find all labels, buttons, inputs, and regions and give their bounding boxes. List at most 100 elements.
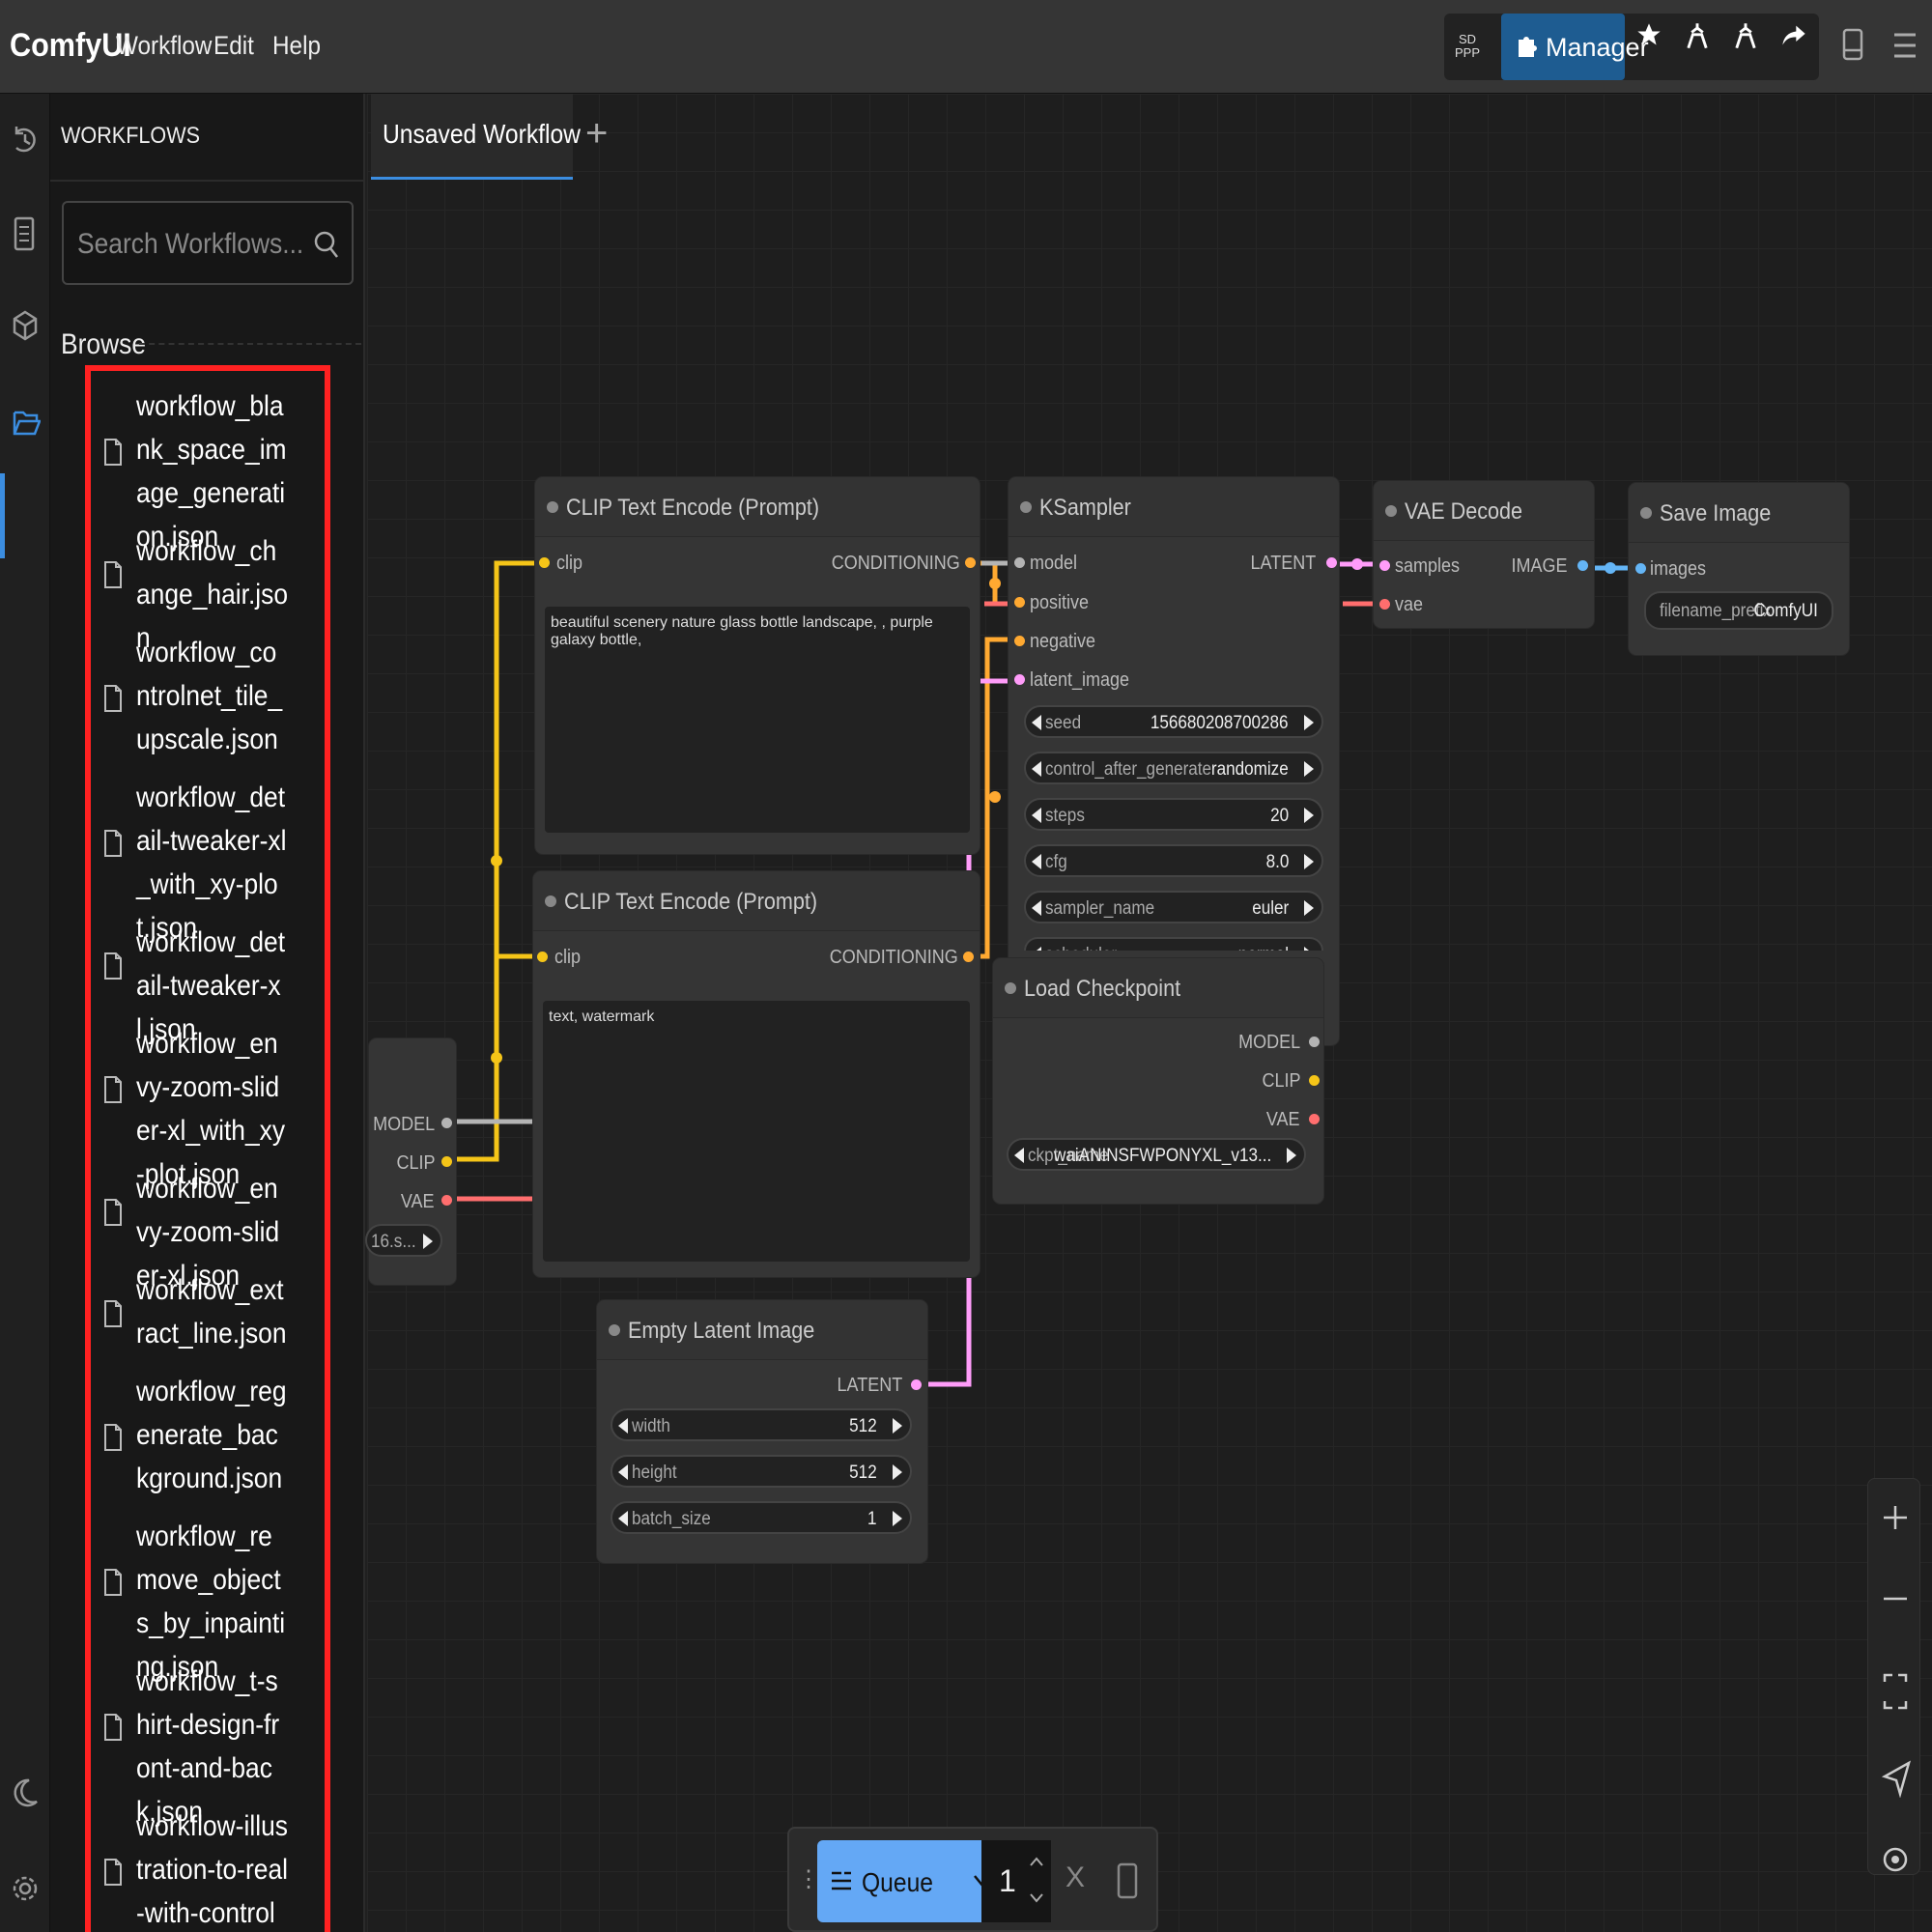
prompt-textarea[interactable]: beautiful scenery nature glass bottle la… (545, 607, 970, 833)
slot-dot[interactable] (1326, 557, 1337, 568)
arrow-right-icon (1304, 715, 1314, 730)
widget-value: 512 (849, 1416, 877, 1436)
slot-dot[interactable] (1309, 1114, 1320, 1124)
node-header: CLIP Text Encode (Prompt) (535, 477, 980, 537)
output-model: MODEL (372, 1114, 435, 1135)
slot-dot[interactable] (1014, 557, 1025, 568)
widget-height[interactable]: height 512 (611, 1455, 912, 1488)
node-partial-checkpoint[interactable]: MODEL CLIP VAE 16.s... (365, 1038, 456, 1285)
slot-dot[interactable] (965, 557, 976, 568)
widget-value: ComfyUI (1753, 601, 1818, 621)
queue-label: Queue (862, 1867, 933, 1897)
node-title: CLIP Text Encode (Prompt) (564, 889, 818, 915)
node-header: Load Checkpoint (993, 958, 1323, 1018)
collapse-dot[interactable] (1640, 507, 1652, 519)
slot-dot[interactable] (1014, 674, 1025, 685)
output-conditioning: CONDITIONING (831, 553, 960, 574)
arrow-left-icon (618, 1464, 628, 1480)
node-header: CLIP Text Encode (Prompt) (533, 871, 980, 931)
widget-value: 512 (849, 1463, 877, 1483)
filename-prefix-widget[interactable]: filename_prefix ComfyUI (1644, 591, 1833, 630)
slot-dot[interactable] (441, 1118, 452, 1128)
input-clip: clip (556, 553, 583, 574)
slot-dot[interactable] (1379, 599, 1390, 610)
widget-control-after-generate[interactable]: control_after_generate randomize (1024, 752, 1323, 784)
collapse-dot[interactable] (1020, 501, 1032, 513)
arrow-right-icon (423, 1234, 433, 1249)
slot-dot[interactable] (1309, 1037, 1320, 1047)
collapse-dot[interactable] (547, 501, 558, 513)
arrow-left-icon (1032, 761, 1041, 777)
node-clip-text-encode-negative[interactable]: CLIP Text Encode (Prompt) clip CONDITION… (533, 871, 980, 1277)
slot-dot[interactable] (539, 557, 550, 568)
stop-icon[interactable] (1116, 1861, 1139, 1900)
output-conditioning: CONDITIONING (829, 947, 958, 968)
input-images: images (1650, 558, 1707, 580)
collapse-dot[interactable] (1005, 982, 1016, 994)
output-vae: VAE (401, 1191, 435, 1212)
widget-steps[interactable]: steps 20 (1024, 798, 1323, 831)
widget-seed[interactable]: seed 156680208700286 (1024, 705, 1323, 738)
slot-dot[interactable] (1014, 636, 1025, 646)
collapse-dot[interactable] (1385, 505, 1397, 517)
slot-dot[interactable] (537, 952, 548, 962)
arrow-right-icon (1304, 900, 1314, 916)
collapse-dot[interactable] (609, 1324, 620, 1336)
slot-dot[interactable] (963, 952, 974, 962)
arrow-left-icon (1014, 1148, 1024, 1163)
widget-label: width (632, 1416, 670, 1436)
stepper-icon[interactable] (1028, 1854, 1045, 1908)
widget-value: euler (1251, 898, 1289, 919)
slot-dot[interactable] (1635, 563, 1646, 574)
slot-dot[interactable] (1379, 560, 1390, 571)
node-vae-decode[interactable]: VAE Decode samples vae IMAGE (1374, 481, 1594, 628)
zoom-in-icon[interactable] (1882, 1504, 1909, 1531)
arrow-right-icon (1287, 1148, 1296, 1163)
widget-value: normal (1238, 945, 1289, 951)
node-title: CLIP Text Encode (Prompt) (566, 495, 820, 521)
slot-dot[interactable] (1014, 597, 1025, 608)
arrow-left-icon (618, 1511, 628, 1526)
input-positive: positive (1030, 592, 1090, 613)
slot-dot[interactable] (1309, 1075, 1320, 1086)
node-clip-text-encode-positive[interactable]: CLIP Text Encode (Prompt) clip CONDITION… (535, 477, 980, 854)
collapse-dot[interactable] (545, 895, 556, 907)
queue-button[interactable]: Queue (817, 1840, 993, 1922)
widget-label: scheduler (1045, 945, 1117, 951)
output-model: MODEL (1237, 1032, 1300, 1053)
focus-icon[interactable] (1882, 1846, 1909, 1873)
widget-width[interactable]: width 512 (611, 1408, 912, 1441)
node-empty-latent-image[interactable]: Empty Latent Image LATENT width 512 height… (597, 1300, 927, 1563)
arrow-right-icon (893, 1464, 902, 1480)
input-samples: samples (1395, 555, 1461, 577)
prompt-textarea[interactable]: text, watermark (543, 1001, 970, 1262)
widget-value: 8.0 (1265, 852, 1289, 872)
node-save-image[interactable]: Save Image images filename_prefix ComfyUI (1629, 483, 1849, 655)
widget-scheduler[interactable]: scheduler normal (1024, 937, 1323, 951)
ckpt-name-widget[interactable]: ckpt_name waiANINSFWPONYXL_v13... (1007, 1138, 1306, 1171)
queue-toolbar: ⋮⋮ Queue 1 X (787, 1827, 1158, 1932)
slot-dot[interactable] (441, 1156, 452, 1167)
node-load-checkpoint[interactable]: Load Checkpoint MODEL CLIP VAE ckpt_name… (993, 958, 1323, 1204)
widget-cfg[interactable]: cfg 8.0 (1024, 844, 1323, 877)
input-latent-image: latent_image (1030, 669, 1130, 691)
batch-count-input[interactable]: 1 (981, 1840, 1051, 1922)
arrow-right-icon (1304, 761, 1314, 777)
widget-batch-size[interactable]: batch_size 1 (611, 1501, 912, 1534)
widget-value: 16.s... (371, 1232, 416, 1252)
slot-dot[interactable] (911, 1379, 922, 1390)
zoom-out-icon[interactable] (1882, 1585, 1909, 1612)
arrow-left-icon (1032, 808, 1041, 823)
input-model: model (1030, 553, 1078, 574)
cancel-button[interactable]: X (1065, 1861, 1085, 1894)
widget-value: waiANINSFWPONYXL_v13... (1053, 1146, 1271, 1166)
widget-sampler-name[interactable]: sampler_name euler (1024, 891, 1323, 923)
node-header: Save Image (1629, 483, 1849, 543)
widget-label: control_after_generate (1045, 759, 1212, 780)
navigate-icon[interactable] (1882, 1759, 1911, 1798)
fit-view-icon[interactable] (1882, 1672, 1909, 1711)
slot-dot[interactable] (1577, 560, 1588, 571)
ckpt-widget-partial[interactable]: 16.s... (365, 1224, 442, 1257)
slot-dot[interactable] (441, 1195, 452, 1206)
output-clip: CLIP (395, 1152, 435, 1174)
